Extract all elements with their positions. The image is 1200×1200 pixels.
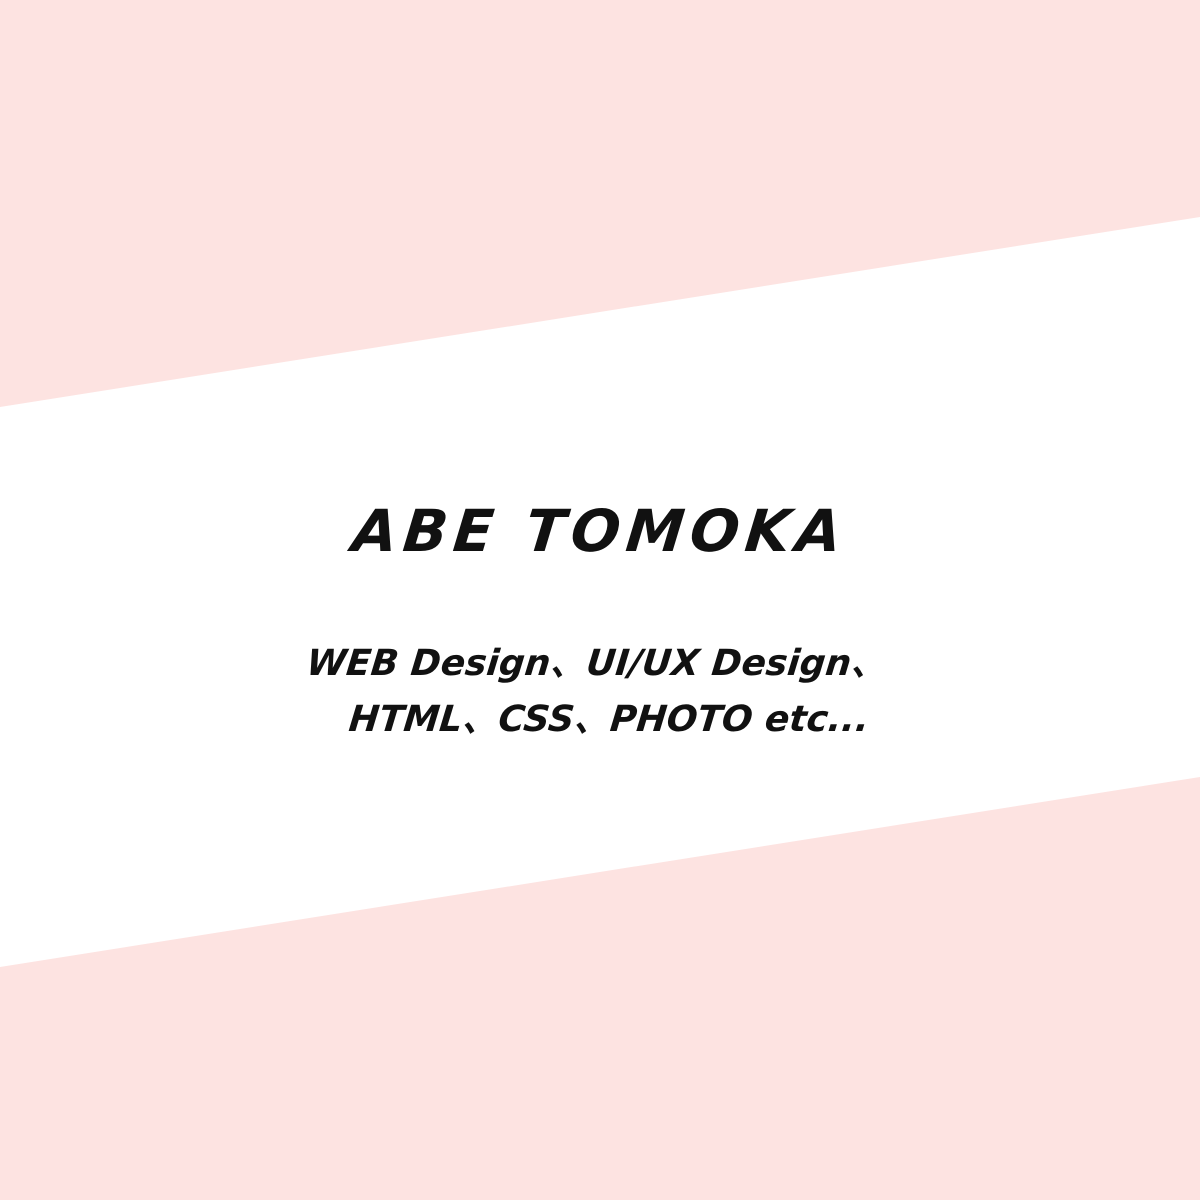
profile-card: ABE TOMOKA WEB Design、UI/UX Design、 HTML…	[0, 0, 1200, 1200]
skills-line-2: HTML、CSS、PHOTO etc...	[346, 699, 872, 740]
profile-name: ABE TOMOKA	[349, 497, 851, 565]
skills-list: WEB Design、UI/UX Design、 HTML、CSS、PHOTO …	[0, 636, 1200, 748]
skills-line-1: WEB Design、UI/UX Design、	[304, 643, 890, 684]
